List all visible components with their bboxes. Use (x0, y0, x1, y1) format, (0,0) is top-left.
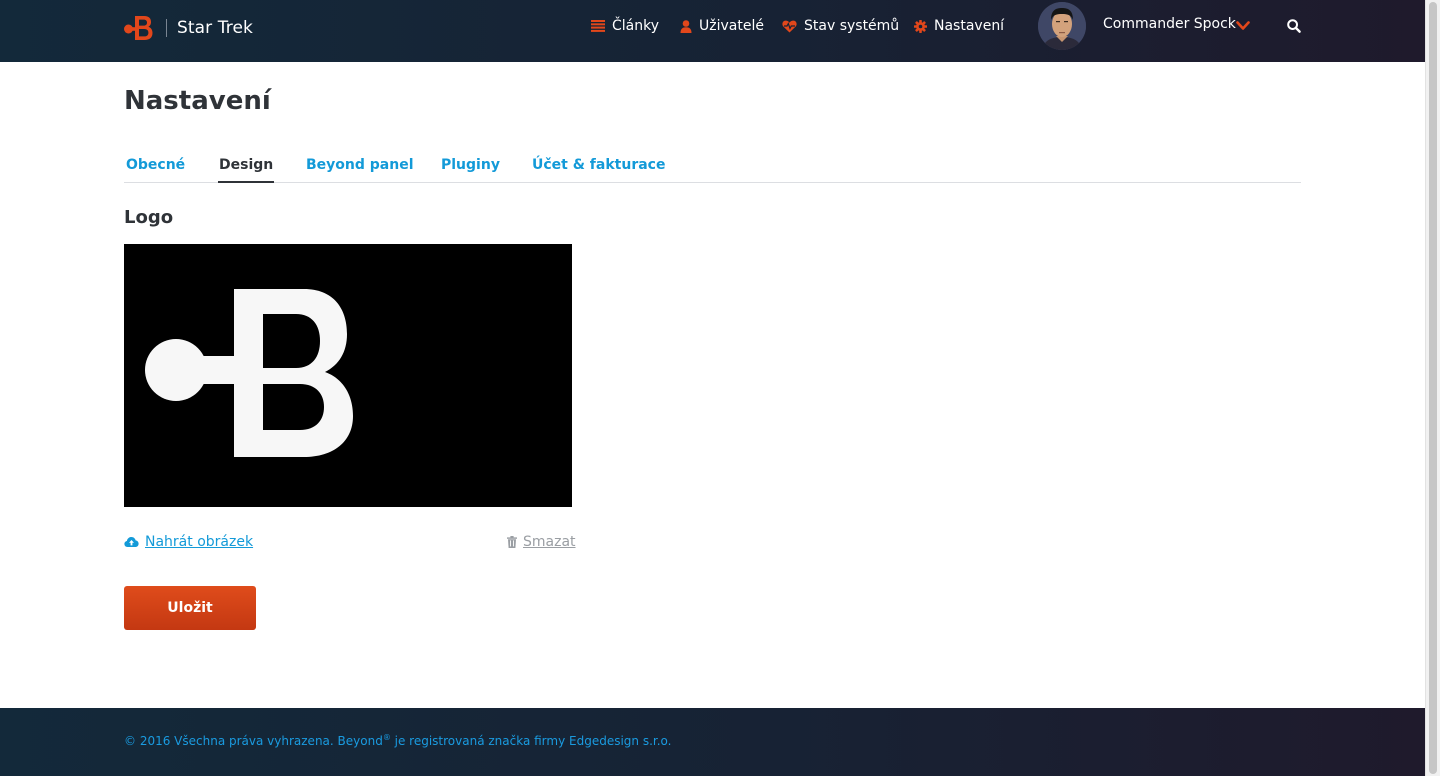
scrollbar-thumb[interactable] (1429, 2, 1437, 774)
user-avatar[interactable] (1038, 2, 1086, 50)
trash-icon (507, 536, 517, 548)
page-footer: © 2016 Všechna práva vyhrazena. Beyond® … (0, 708, 1425, 776)
tab-design[interactable]: Design (218, 157, 275, 183)
brand[interactable]: Star Trek (124, 14, 253, 42)
top-navigation-bar: Star Trek Články Uživatelé Stav systémů … (0, 0, 1425, 62)
nav-item-label: Články (612, 18, 660, 34)
nav-item-system-status[interactable]: Stav systémů (782, 16, 899, 36)
list-icon (591, 20, 605, 32)
page-title: Nastavení (124, 86, 271, 116)
logo-preview-image (124, 244, 572, 507)
vertical-scrollbar[interactable] (1425, 0, 1440, 776)
cloud-upload-icon (124, 537, 139, 547)
nav-item-settings[interactable]: Nastavení (914, 16, 1004, 36)
tab-plugins[interactable]: Pluginy (441, 157, 500, 183)
beyond-logo-image (145, 289, 353, 457)
site-title: Star Trek (177, 18, 253, 38)
brand-separator (166, 19, 167, 37)
tab-account-billing[interactable]: Účet & fakturace (532, 157, 665, 183)
heartbeat-icon (782, 20, 797, 32)
footer-copyright: © 2016 Všechna práva vyhrazena. Beyond® … (124, 733, 672, 748)
save-button[interactable]: Uložit (124, 586, 256, 630)
delete-image-label: Smazat (523, 534, 576, 550)
tab-general[interactable]: Obecné (126, 157, 185, 183)
app-viewport: Star Trek Články Uživatelé Stav systémů … (0, 0, 1425, 776)
upload-image-link[interactable]: Nahrát obrázek (124, 533, 253, 551)
gear-icon (914, 19, 927, 33)
trademark-symbol: ® (382, 733, 391, 742)
nav-item-users[interactable]: Uživatelé (680, 16, 764, 36)
footer-trademark-text: je registrovaná značka firmy Edgedesign … (390, 734, 672, 748)
footer-copyright-text: © 2016 Všechna práva vyhrazena. Beyond (124, 734, 383, 748)
nav-item-label: Uživatelé (699, 18, 764, 34)
chevron-down-icon[interactable] (1236, 21, 1250, 31)
user-name[interactable]: Commander Spock (1103, 16, 1236, 32)
nav-item-label: Nastavení (934, 18, 1005, 34)
user-avatar-image (1038, 2, 1086, 50)
logo-section-title: Logo (124, 207, 174, 228)
upload-image-label: Nahrát obrázek (145, 534, 254, 550)
nav-item-articles[interactable]: Články (591, 16, 659, 36)
beyond-logo-icon (124, 16, 153, 40)
tab-beyond-panel[interactable]: Beyond panel (306, 157, 414, 183)
user-icon (680, 19, 692, 33)
nav-item-label: Stav systémů (804, 18, 900, 34)
settings-tabs: Obecné Design Beyond panel Pluginy Účet … (124, 152, 1301, 183)
search-icon[interactable] (1286, 18, 1302, 34)
delete-image-link[interactable]: Smazat (507, 533, 576, 551)
